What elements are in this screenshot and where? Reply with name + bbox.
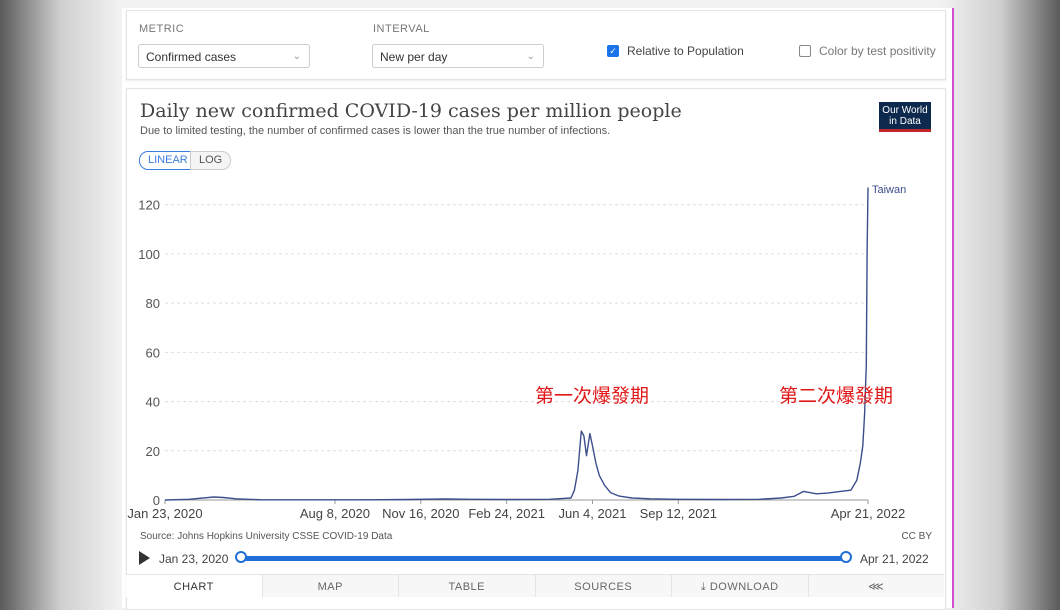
annotation-label: 第一次爆發期	[535, 385, 649, 407]
x-tick-label: Jun 4, 2021	[558, 506, 626, 521]
x-tick-label: Aug 8, 2020	[300, 506, 370, 521]
source-note: Source: Johns Hopkins University CSSE CO…	[140, 531, 393, 542]
share-icon: ⋘	[868, 581, 885, 593]
timeline-end-handle[interactable]	[840, 551, 852, 563]
y-tick-label: 100	[138, 247, 160, 262]
tab-share[interactable]: ⋘	[807, 575, 944, 597]
tab-bar: CHART MAP TABLE SOURCES ⤓ DOWNLOAD ⋘	[126, 574, 944, 597]
timeline-track[interactable]	[242, 556, 846, 561]
timeline-start-label: Jan 23, 2020	[159, 552, 229, 566]
x-tick-label: Sep 12, 2021	[640, 506, 717, 521]
license-label[interactable]: CC BY	[901, 531, 932, 542]
download-label: DOWNLOAD	[709, 581, 779, 593]
y-tick-label: 40	[146, 395, 160, 410]
tab-table[interactable]: TABLE	[398, 575, 535, 597]
timeline-end-label: Apr 21, 2022	[860, 552, 929, 566]
x-tick-label: Feb 24, 2021	[468, 506, 545, 521]
chart-svg: 020406080100120Jan 23, 2020 Aug 8, 2020 No…	[127, 184, 906, 521]
tab-chart[interactable]: CHART	[126, 575, 262, 597]
y-tick-label: 20	[146, 444, 160, 459]
y-tick-label: 120	[138, 198, 160, 213]
annotation-label: 第二次爆發期	[779, 385, 893, 407]
x-tick-label: Jan 23, 2020	[127, 506, 202, 521]
timeline-start-handle[interactable]	[235, 551, 247, 563]
series-label-taiwan: Taiwan	[872, 184, 906, 196]
series-line-taiwan	[164, 187, 869, 501]
tab-sources[interactable]: SOURCES	[534, 575, 671, 597]
x-tick-label: Apr 21, 2022	[831, 506, 905, 521]
tab-map[interactable]: MAP	[261, 575, 398, 597]
y-tick-label: 60	[146, 345, 160, 360]
tab-download[interactable]: ⤓ DOWNLOAD	[671, 575, 808, 597]
x-tick-label: Nov 16, 2020	[382, 506, 459, 521]
y-tick-label: 80	[146, 296, 160, 311]
play-icon[interactable]	[139, 551, 150, 565]
